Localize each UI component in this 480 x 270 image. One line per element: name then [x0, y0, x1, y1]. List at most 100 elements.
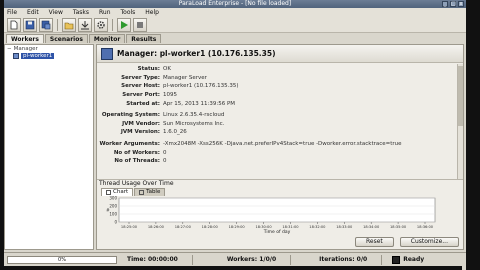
x-tick-label: 18:26:00 [148, 225, 165, 229]
screen-bezel-bottom [0, 266, 462, 270]
detail-scrollbar[interactable] [457, 64, 463, 179]
customize-button[interactable]: Customize... [399, 237, 459, 247]
import-button[interactable] [78, 17, 92, 32]
detail-row: JVM Vendor: Sun Microsystems Inc. [97, 120, 463, 129]
save-button[interactable] [23, 17, 37, 32]
app-window: ParaLoad Enterprise - [No file loaded] _… [4, 0, 466, 270]
new-file-icon [10, 20, 18, 29]
x-tick-label: 18:28:00 [202, 225, 219, 229]
tab-scenarios[interactable]: Scenarios [44, 34, 88, 43]
tree-item-pl-worker1[interactable]: pl-worker1 [13, 53, 93, 59]
menu-run[interactable]: Run [99, 8, 111, 17]
tab-chart[interactable]: Chart [101, 188, 134, 196]
detail-list: Status: OK Server Type: Manager Server Ser… [97, 63, 463, 166]
detail-row: Server Host: pl-worker1 (10.176.135.35) [97, 82, 463, 91]
x-tick-label: 18:30:00 [255, 225, 272, 229]
worker-tree: − Manager pl-worker1 [4, 44, 94, 250]
detail-value: Linux 2.6.35.4-rscloud [163, 112, 225, 119]
detail-row: Server Type: Manager Server [97, 74, 463, 83]
detail-header: Manager: pl-worker1 (10.176.135.35) [97, 45, 463, 63]
collapse-icon[interactable]: − [7, 46, 12, 52]
menu-view[interactable]: View [49, 8, 63, 17]
window-title: ParaLoad Enterprise - [No file loaded] [178, 0, 292, 7]
x-tick-label: 18:29:00 [229, 225, 246, 229]
detail-value: 1095 [163, 92, 177, 99]
thread-usage-panel: Thread Usage Over Time Chart Table 300 20… [97, 179, 463, 249]
y-tick-label: 300 [109, 196, 117, 201]
detail-key: JVM Version: [120, 129, 160, 136]
close-icon[interactable]: x [458, 1, 464, 7]
detail-row: Operating System: Linux 2.6.35.4-rscloud [97, 111, 463, 120]
detail-value: 0 [163, 149, 167, 156]
tab-workers[interactable]: Workers [6, 34, 44, 43]
open-button[interactable] [62, 17, 76, 32]
x-tick-label: 18:32:00 [309, 225, 326, 229]
detail-row: Started at: Apr 15, 2013 11:39:56 PM [97, 99, 463, 108]
ready-icon [392, 255, 401, 264]
detail-value: 0 [163, 158, 167, 165]
status-ready: Ready [392, 255, 425, 264]
detail-key: No of Threads: [114, 158, 160, 165]
main-tabs: Workers Scenarios Monitor Results [4, 34, 466, 44]
new-file-button[interactable] [7, 17, 21, 32]
y-tick-label: 200 [109, 204, 117, 209]
status-time: Time: 00:00:00 [127, 256, 178, 263]
chart-panel-title: Thread Usage Over Time [99, 180, 174, 187]
tab-results[interactable]: Results [126, 34, 162, 43]
minimize-icon[interactable]: _ [442, 1, 448, 7]
detail-key: Server Port: [122, 92, 160, 99]
x-tick-label: 18:27:00 [175, 225, 192, 229]
page-title: Manager: pl-worker1 (10.176.135.35) [117, 49, 276, 58]
detail-row: Status: OK [97, 65, 463, 74]
x-tick-label: 18:31:00 [282, 225, 299, 229]
settings-icon [97, 20, 105, 29]
detail-key: No of Workers: [113, 149, 160, 156]
detail-key: Server Type: [121, 74, 160, 81]
detail-value: pl-worker1 (10.176.135.35) [163, 83, 239, 90]
screen-bezel-right [466, 0, 480, 270]
menu-tasks[interactable]: Tasks [73, 8, 89, 17]
detail-value: 1.6.0_26 [163, 129, 187, 136]
x-tick-label: 18:33:00 [336, 225, 353, 229]
scrollbar-thumb[interactable] [458, 66, 463, 126]
menu-bar: File Edit View Tasks Run Tools Help [4, 8, 466, 17]
y-tick-label: 100 [109, 212, 117, 217]
run-icon [121, 20, 128, 29]
detail-value: -Xmx2048M -Xss256K -Djava.net.preferIPv4… [163, 141, 402, 148]
detail-key: JVM Vendor: [122, 120, 160, 127]
tree-root[interactable]: − Manager [5, 45, 93, 53]
menu-file[interactable]: File [7, 8, 17, 17]
chart-icon [106, 190, 111, 195]
detail-row: No of Workers: 0 [97, 148, 463, 157]
run-button[interactable] [117, 17, 131, 32]
status-separator [191, 254, 193, 265]
y-axis-label: # [106, 208, 110, 214]
menu-help[interactable]: Help [145, 8, 159, 17]
chart-svg: 300 200 100 0 #18:25:00 18:26:00 18:27:00 18:28… [106, 196, 436, 235]
detail-value: Apr 15, 2013 11:39:56 PM [163, 100, 236, 107]
save-as-icon [41, 20, 51, 29]
import-icon [81, 20, 89, 29]
toolbar-separator [112, 18, 113, 31]
detail-key: Operating System: [101, 112, 160, 119]
tab-monitor[interactable]: Monitor [88, 34, 126, 43]
maximize-icon[interactable]: □ [450, 1, 456, 7]
status-separator [381, 254, 383, 265]
x-tick-label: 18:25:00 [121, 225, 138, 229]
settings-button[interactable] [94, 17, 108, 32]
server-icon [13, 53, 19, 59]
menu-edit[interactable]: Edit [27, 8, 39, 17]
save-as-button[interactable] [39, 17, 53, 32]
status-ready-label: Ready [403, 256, 425, 263]
stop-button[interactable] [133, 17, 147, 32]
detail-panel: Manager: pl-worker1 (10.176.135.35) Stat… [96, 44, 464, 250]
tab-table[interactable]: Table [134, 188, 166, 196]
thread-usage-chart: 300 200 100 0 #18:25:00 18:26:00 18:27:00 18:28… [101, 196, 439, 235]
detail-row: Worker Arguments: -Xmx2048M -Xss256K -Dja… [97, 140, 463, 149]
menu-tools[interactable]: Tools [121, 8, 136, 17]
x-tick-label: 18:35:00 [390, 225, 407, 229]
reset-button[interactable]: Reset [355, 237, 394, 247]
detail-value: OK [163, 66, 171, 73]
chart-buttons: Reset Customize... [355, 237, 459, 247]
status-iterations: Iterations: 0/0 [319, 256, 368, 263]
